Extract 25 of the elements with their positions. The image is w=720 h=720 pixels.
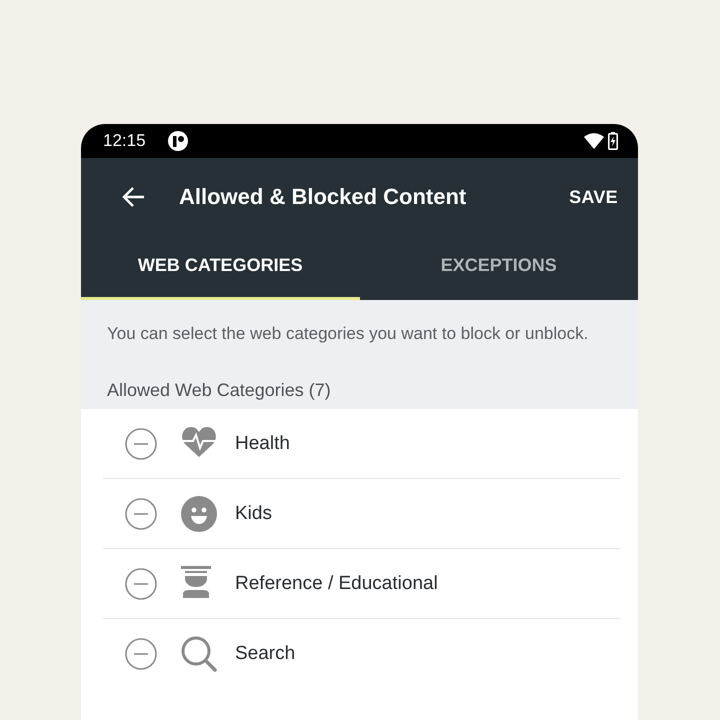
search-icon xyxy=(181,636,217,672)
remove-button[interactable] xyxy=(125,638,157,670)
back-arrow-icon xyxy=(121,186,145,208)
category-label: Search xyxy=(235,643,296,665)
wifi-icon xyxy=(584,133,604,149)
remove-button[interactable] xyxy=(125,498,157,530)
minus-circle-icon xyxy=(125,638,157,670)
child-face-icon xyxy=(181,496,217,532)
minus-circle-icon xyxy=(125,428,157,460)
category-label: Reference / Educational xyxy=(235,572,438,594)
remove-button[interactable] xyxy=(125,428,157,460)
battery-charging-icon xyxy=(608,132,618,150)
section-title: Allowed Web Categories (7) xyxy=(107,380,332,401)
graduate-icon xyxy=(181,566,211,598)
status-time: 12:15 xyxy=(103,131,146,151)
remove-button[interactable] xyxy=(125,568,157,600)
save-button[interactable]: SAVE xyxy=(569,182,618,212)
description-text: You can select the web categories you want to block or unblock. xyxy=(107,324,590,344)
category-label: Health xyxy=(235,432,290,454)
category-label: Kids xyxy=(235,502,272,524)
screen-title: Allowed & Blocked Content xyxy=(179,184,468,210)
minus-circle-icon xyxy=(125,498,157,530)
minus-circle-icon xyxy=(125,568,157,600)
notification-icon xyxy=(168,131,188,151)
heart-pulse-icon xyxy=(181,426,217,458)
